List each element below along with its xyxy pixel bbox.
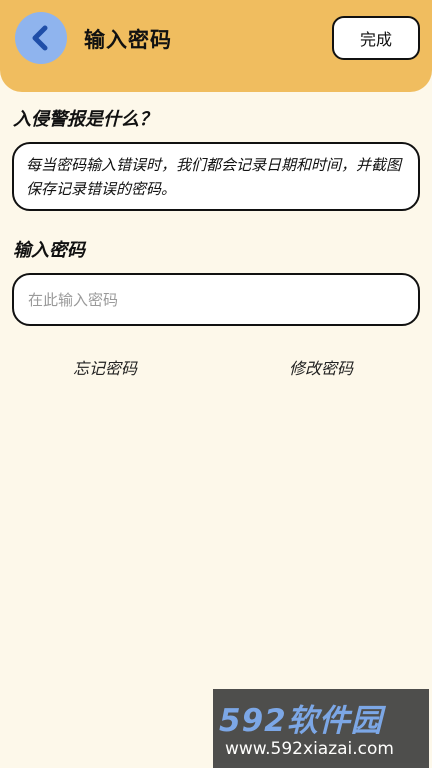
- password-input[interactable]: [12, 273, 420, 326]
- header-bar: 输入密码 完成: [0, 0, 432, 92]
- change-password-link[interactable]: 修改密码: [289, 355, 353, 379]
- chevron-left-icon: [32, 25, 48, 51]
- back-button[interactable]: [15, 12, 67, 64]
- page-title: 输入密码: [84, 28, 172, 52]
- done-button[interactable]: 完成: [332, 16, 420, 60]
- forgot-password-link[interactable]: 忘记密码: [73, 355, 137, 379]
- intrusion-alert-heading: 入侵警报是什么？: [13, 109, 157, 130]
- intrusion-alert-description: 每当密码输入错误时，我们都会记录日期和时间，并截图保存记录错误的密码。: [12, 142, 420, 211]
- watermark-url: www.592xiazai.com: [225, 739, 394, 759]
- watermark-logo: 592软件园: [219, 703, 383, 737]
- password-heading: 输入密码: [13, 240, 85, 261]
- watermark: 592软件园 www.592xiazai.com: [213, 689, 429, 768]
